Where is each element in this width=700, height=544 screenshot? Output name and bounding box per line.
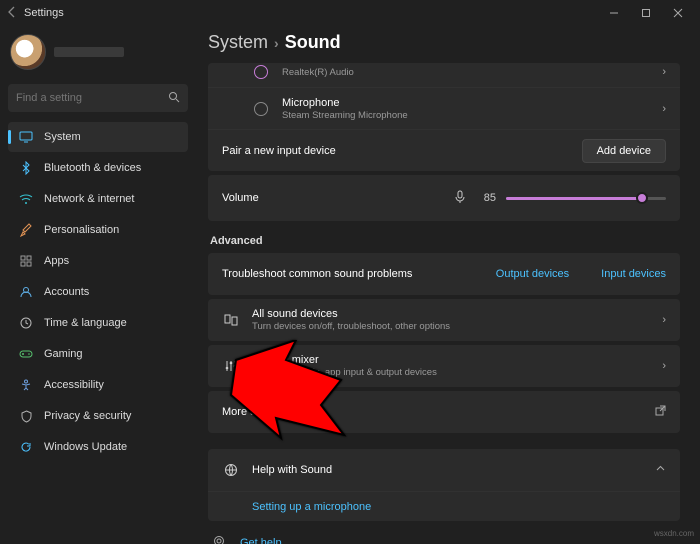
volume-mixer-row[interactable]: Volume mixer App volume mix, app input &… (208, 345, 680, 387)
breadcrumb: System › Sound (208, 32, 680, 53)
sidebar-item-personalisation[interactable]: Personalisation (8, 215, 188, 245)
grid-icon (18, 253, 34, 269)
footer-links: Get help Give feedback (208, 531, 680, 544)
sidebar-item-label: Personalisation (44, 224, 119, 236)
sidebar-item-network-internet[interactable]: Network & internet (8, 184, 188, 214)
search-input[interactable] (8, 84, 188, 112)
radio-icon (254, 65, 268, 79)
chevron-right-icon: › (662, 103, 666, 115)
chevron-up-icon (655, 463, 666, 477)
volume-slider[interactable] (506, 191, 666, 205)
add-device-button[interactable]: Add device (582, 139, 666, 163)
volume-label: Volume (222, 192, 444, 204)
sidebar-item-label: Apps (44, 255, 69, 267)
search-field[interactable] (16, 92, 168, 104)
wifi-icon (18, 191, 34, 207)
clock-icon (18, 315, 34, 331)
output-devices-link[interactable]: Output devices (496, 268, 569, 280)
globe-icon (222, 463, 240, 477)
sidebar-item-privacy-security[interactable]: Privacy & security (8, 401, 188, 431)
sidebar-item-accessibility[interactable]: Accessibility (8, 370, 188, 400)
sidebar-item-windows-update[interactable]: Windows Update (8, 432, 188, 462)
window-title: Settings (24, 7, 598, 19)
profile-name (54, 47, 124, 57)
sidebar-item-label: Privacy & security (44, 410, 131, 422)
sidebar-item-label: System (44, 131, 81, 143)
sidebar-item-label: Bluetooth & devices (44, 162, 141, 174)
avatar (10, 34, 46, 70)
sidebar-item-label: Windows Update (44, 441, 127, 453)
volume-value: 85 (476, 192, 496, 204)
bluetooth-icon (18, 160, 34, 176)
more-sound-settings-card: More sound settings (208, 391, 680, 433)
all-sound-devices-row[interactable]: All sound devices Turn devices on/off, t… (208, 299, 680, 341)
volume-row: Volume 85 (208, 175, 680, 221)
main-content: System › Sound Realtek(R) Audio › Microp… (196, 26, 700, 544)
sidebar-item-gaming[interactable]: Gaming (8, 339, 188, 369)
accessibility-icon (18, 377, 34, 393)
volume-mixer-card: Volume mixer App volume mix, app input &… (208, 345, 680, 387)
sidebar-item-accounts[interactable]: Accounts (8, 277, 188, 307)
search-icon (168, 91, 180, 106)
volume-card: Volume 85 (208, 175, 680, 221)
brush-icon (18, 222, 34, 238)
back-icon[interactable] (6, 6, 24, 21)
sidebar-item-label: Gaming (44, 348, 83, 360)
input-devices-link[interactable]: Input devices (601, 268, 666, 280)
microphone-icon[interactable] (454, 190, 466, 207)
breadcrumb-root[interactable]: System (208, 32, 268, 53)
sidebar-item-time-language[interactable]: Time & language (8, 308, 188, 338)
chevron-right-icon: › (662, 360, 666, 372)
help-link[interactable]: Setting up a microphone (252, 501, 371, 513)
breadcrumb-current: Sound (285, 32, 341, 53)
titlebar: Settings (0, 0, 700, 26)
radio-icon (254, 102, 268, 116)
sidebar-item-bluetooth-devices[interactable]: Bluetooth & devices (8, 153, 188, 183)
help-icon (214, 536, 230, 544)
get-help-link[interactable]: Get help (208, 531, 680, 544)
sidebar-item-apps[interactable]: Apps (8, 246, 188, 276)
help-card: Help with Sound Setting up a microphone (208, 449, 680, 521)
device-row-realtek[interactable]: Realtek(R) Audio › (208, 63, 680, 87)
sidebar-nav: System Bluetooth & devices Network & inter… (8, 122, 188, 462)
device-title: Microphone (282, 97, 650, 109)
system-icon (18, 129, 34, 145)
more-sound-settings-row[interactable]: More sound settings (208, 391, 680, 433)
maximize-icon[interactable] (630, 0, 662, 26)
pair-label: Pair a new input device (222, 145, 570, 157)
external-link-icon (655, 405, 666, 419)
sidebar-item-system[interactable]: System (8, 122, 188, 152)
device-subtitle: Steam Streaming Microphone (282, 110, 650, 121)
input-devices-card: Realtek(R) Audio › Microphone Steam Stre… (208, 63, 680, 171)
chevron-right-icon: › (662, 314, 666, 326)
section-advanced: Advanced (210, 235, 680, 247)
shield-icon (18, 408, 34, 424)
troubleshoot-card: Troubleshoot common sound problems Outpu… (208, 253, 680, 295)
devices-icon (222, 313, 240, 327)
chevron-right-icon: › (274, 35, 279, 51)
sidebar-item-label: Accessibility (44, 379, 104, 391)
person-icon (18, 284, 34, 300)
close-icon[interactable] (662, 0, 694, 26)
device-row-microphone[interactable]: Microphone Steam Streaming Microphone › (208, 87, 680, 129)
help-with-sound-row[interactable]: Help with Sound (208, 449, 680, 491)
watermark: wsxdn.com (654, 529, 694, 538)
sidebar-item-label: Time & language (44, 317, 127, 329)
troubleshoot-row: Troubleshoot common sound problems Outpu… (208, 253, 680, 295)
mixer-icon (222, 359, 240, 373)
pair-device-row: Pair a new input device Add device (208, 129, 680, 171)
minimize-icon[interactable] (598, 0, 630, 26)
all-sound-devices-card: All sound devices Turn devices on/off, t… (208, 299, 680, 341)
sidebar-item-label: Accounts (44, 286, 89, 298)
help-link-row[interactable]: Setting up a microphone (208, 491, 680, 521)
profile[interactable] (8, 32, 188, 72)
chevron-right-icon: › (662, 66, 666, 78)
device-subtitle: Realtek(R) Audio (282, 67, 650, 78)
sidebar-item-label: Network & internet (44, 193, 134, 205)
update-icon (18, 439, 34, 455)
controller-icon (18, 346, 34, 362)
sidebar: System Bluetooth & devices Network & inter… (0, 26, 196, 544)
